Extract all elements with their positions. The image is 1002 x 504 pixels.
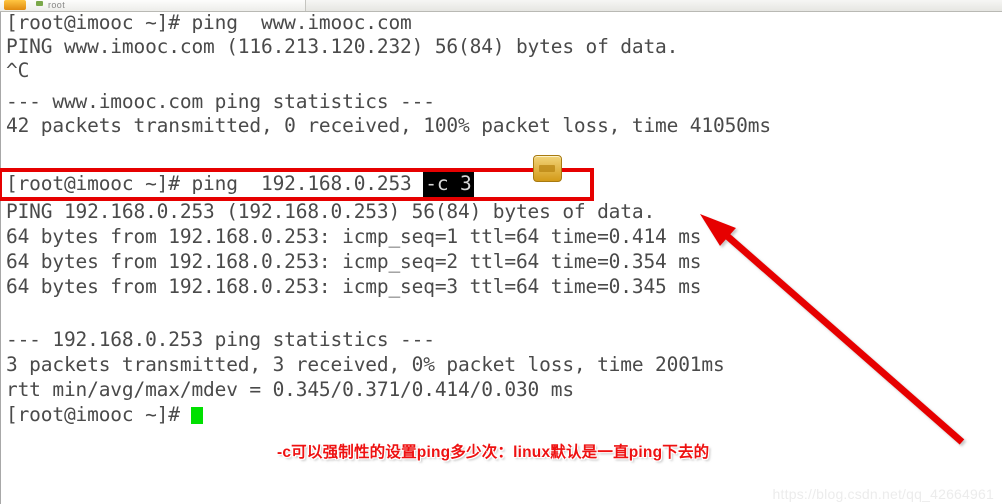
annotation-caption: -c可以强制性的设置ping多少次：linux默认是一直ping下去的 — [277, 444, 710, 461]
terminal-tab[interactable]: root — [0, 0, 306, 11]
terminal-line: 42 packets transmitted, 0 received, 100%… — [6, 114, 771, 137]
connected-indicator-icon — [36, 1, 43, 6]
terminal-body[interactable]: [root@imooc ~]# ping www.imooc.com PING … — [0, 12, 1002, 504]
terminal-line: 64 bytes from 192.168.0.253: icmp_seq=2 … — [6, 250, 702, 273]
terminal-line: 64 bytes from 192.168.0.253: icmp_seq=3 … — [6, 275, 702, 298]
terminal-line: --- 192.168.0.253 ping statistics --- — [6, 328, 435, 351]
folder-note-icon — [533, 155, 562, 182]
highlighted-command-line[interactable]: [root@imooc ~]# ping 192.168.0.253 -c 3 — [6, 171, 474, 197]
terminal-line: PING 192.168.0.253 (192.168.0.253) 56(84… — [6, 200, 656, 223]
window-title: root — [48, 0, 66, 10]
terminal-line: 3 packets transmitted, 3 received, 0% pa… — [6, 353, 725, 376]
prompt-text: [root@imooc ~]# — [6, 403, 192, 426]
terminal-line: --- www.imooc.com ping statistics --- — [6, 90, 435, 113]
terminal-line: ^C — [6, 59, 30, 82]
terminal-line: rtt min/avg/max/mdev = 0.345/0.371/0.414… — [6, 378, 574, 401]
terminal-prompt-line[interactable]: [root@imooc ~]# — [6, 403, 204, 426]
terminal-line: 64 bytes from 192.168.0.253: icmp_seq=1 … — [6, 225, 702, 248]
watermark-text: https://blog.csdn.net/qq_42664961 — [772, 486, 994, 502]
selected-option-c3[interactable]: -c 3 — [423, 171, 474, 197]
terminal-icon — [4, 0, 26, 10]
screenshot-root: root [root@imooc ~]# ping www.imooc.com … — [0, 0, 1002, 504]
terminal-line: PING www.imooc.com (116.213.120.232) 56(… — [6, 35, 679, 58]
cursor-block-icon — [191, 407, 204, 424]
terminal-line: [root@imooc ~]# ping www.imooc.com — [6, 11, 412, 34]
command-text: [root@imooc ~]# ping 192.168.0.253 — [6, 172, 424, 195]
